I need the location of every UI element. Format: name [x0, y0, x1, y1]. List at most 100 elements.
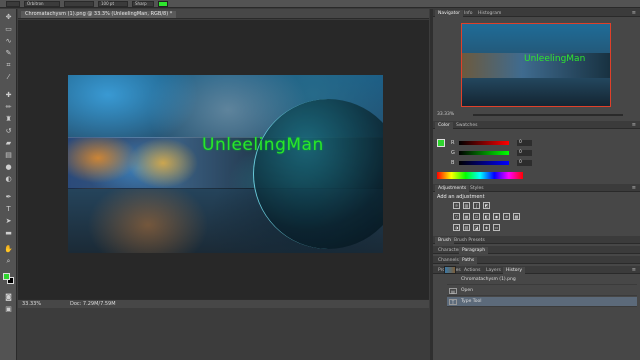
- foreground-color-swatch[interactable]: [3, 273, 10, 280]
- navigator-view-box[interactable]: [461, 23, 611, 107]
- color-balance-icon[interactable]: ⚖: [473, 213, 480, 220]
- history-state-open[interactable]: ▤ Open: [447, 286, 637, 296]
- exposure-icon[interactable]: ◩: [483, 202, 490, 209]
- tab-navigator[interactable]: Navigator: [435, 10, 464, 17]
- tab-swatches[interactable]: Swatches: [453, 122, 481, 129]
- color-lookup-icon[interactable]: ▩: [513, 213, 520, 220]
- green-slider[interactable]: [459, 151, 509, 155]
- brush-icon[interactable]: ✏: [3, 103, 14, 112]
- photo-filter-icon[interactable]: ◉: [493, 213, 500, 220]
- selective-color-icon[interactable]: ◈: [483, 224, 490, 231]
- history-snapshot[interactable]: Chromatachysm (1).png: [447, 275, 637, 285]
- tab-info[interactable]: Info: [461, 10, 476, 17]
- panel-menu-icon[interactable]: ≡: [632, 122, 636, 128]
- zoom-icon[interactable]: ⌕: [3, 257, 14, 266]
- hue-saturation-icon[interactable]: ▦: [463, 213, 470, 220]
- history-label: Type Tool: [461, 299, 482, 304]
- threshold-icon[interactable]: ◪: [473, 224, 480, 231]
- crop-icon[interactable]: ⌗: [3, 61, 14, 70]
- shape-icon[interactable]: ▬: [3, 229, 14, 238]
- clone-stamp-icon[interactable]: ♜: [3, 115, 14, 124]
- tab-actions[interactable]: Actions: [461, 267, 483, 274]
- gradient-icon[interactable]: ▤: [3, 151, 14, 160]
- green-value-field[interactable]: 0: [517, 150, 532, 156]
- text-color-swatch[interactable]: [158, 0, 168, 7]
- canvas-area[interactable]: UnleelingMan: [18, 20, 429, 299]
- panel-menu-icon[interactable]: ≡: [632, 267, 636, 273]
- tab-paragraph[interactable]: Paragraph: [459, 247, 489, 254]
- healing-icon[interactable]: ✚: [3, 91, 14, 100]
- red-value-field[interactable]: 0: [517, 140, 532, 146]
- lasso-icon[interactable]: ∿: [3, 37, 14, 46]
- document-image[interactable]: UnleelingMan: [68, 75, 383, 253]
- tab-styles[interactable]: Styles: [467, 185, 487, 192]
- panel-menu-icon[interactable]: ≡: [632, 10, 636, 16]
- character-tabs: Character Paragraph: [433, 246, 640, 254]
- red-slider[interactable]: [459, 141, 509, 145]
- navigator-tabs: Navigator Info Histogram ≡: [433, 9, 640, 17]
- history-state-type-tool[interactable]: T Type Tool: [447, 297, 637, 307]
- open-document-icon: ▤: [449, 288, 457, 294]
- history-brush-icon[interactable]: ↺: [3, 127, 14, 136]
- channel-label: G: [451, 150, 455, 156]
- options-bar: Orbitron 100 pt Sharp: [0, 0, 640, 8]
- document-tab-bar: Chromatachysm (1).png @ 33.3% (Unleeling…: [18, 9, 429, 19]
- antialias-select[interactable]: Sharp: [132, 0, 154, 7]
- channel-mixer-icon[interactable]: ⊕: [503, 213, 510, 220]
- type-icon[interactable]: T: [3, 205, 14, 214]
- curves-icon[interactable]: ∫: [473, 202, 480, 209]
- channel-label: R: [451, 140, 455, 146]
- font-style-select[interactable]: [64, 0, 94, 7]
- status-bar: 33.33% Doc: 7.29M/7.59M: [18, 299, 429, 308]
- document-tab[interactable]: Chromatachysm (1).png @ 33.3% (Unleeling…: [21, 11, 177, 18]
- path-select-icon[interactable]: ➤: [3, 217, 14, 226]
- move-icon[interactable]: ✥: [3, 13, 14, 22]
- hand-icon[interactable]: ✋: [3, 245, 14, 254]
- tool-preset-picker[interactable]: [6, 0, 20, 7]
- history-label: Chromatachysm (1).png: [461, 277, 516, 282]
- tools-panel: ✥ ▭ ∿ ✎ ⌗ ⁄ ✚ ✏ ♜ ↺ ▰ ▤ ● ◐ ✒ T ➤ ▬ ✋ ⌕ …: [0, 9, 17, 360]
- document-size[interactable]: Doc: 7.29M/7.59M: [70, 301, 116, 307]
- marquee-icon[interactable]: ▭: [3, 25, 14, 34]
- tab-histogram[interactable]: Histogram: [475, 10, 504, 17]
- brightness-icon[interactable]: ☼: [453, 202, 460, 209]
- tab-layers[interactable]: Layers: [483, 267, 504, 274]
- history-tabs: Properties Actions Layers History ≡: [433, 266, 640, 274]
- panel-menu-icon[interactable]: ≡: [632, 185, 636, 191]
- screen-mode-icon[interactable]: ▣: [3, 305, 14, 314]
- channel-name-text-layer[interactable]: UnleelingMan: [202, 135, 324, 155]
- dodge-icon[interactable]: ◐: [3, 175, 14, 184]
- tab-brush-presets[interactable]: Brush Presets: [451, 237, 488, 244]
- font-family-select[interactable]: Orbitron: [24, 0, 60, 7]
- eyedropper-icon[interactable]: ⁄: [3, 73, 14, 82]
- color-row-g: G 0: [451, 150, 636, 156]
- tab-history[interactable]: History: [503, 267, 526, 274]
- zoom-field[interactable]: 33.33%: [18, 301, 41, 307]
- invert-icon[interactable]: ◑: [453, 224, 460, 231]
- navigator-zoom-slider[interactable]: [473, 114, 623, 116]
- black-white-icon[interactable]: ◧: [483, 213, 490, 220]
- color-spectrum-ramp[interactable]: [437, 172, 523, 179]
- tab-adjustments[interactable]: Adjustments: [435, 185, 470, 192]
- gradient-map-icon[interactable]: ▭: [493, 224, 500, 231]
- blue-value-field[interactable]: 0: [517, 160, 532, 166]
- tab-color[interactable]: Color: [435, 122, 453, 129]
- color-tabs: Color Swatches ≡: [433, 121, 640, 129]
- blue-slider[interactable]: [459, 161, 509, 165]
- levels-icon[interactable]: ▥: [463, 202, 470, 209]
- history-label: Open: [461, 288, 474, 293]
- brush-tabs: Brush Brush Presets: [433, 236, 640, 244]
- pen-icon[interactable]: ✒: [3, 193, 14, 202]
- blur-icon[interactable]: ●: [3, 163, 14, 172]
- tab-channels[interactable]: Channels: [435, 257, 462, 264]
- navigator-zoom[interactable]: 33.33%: [437, 112, 454, 117]
- font-size-select[interactable]: 100 pt: [98, 0, 128, 7]
- quick-mask-icon[interactable]: ◙: [3, 293, 14, 302]
- eraser-icon[interactable]: ▰: [3, 139, 14, 148]
- color-row-r: R 0: [451, 140, 636, 146]
- tab-paths[interactable]: Paths: [459, 257, 478, 264]
- posterize-icon[interactable]: ▧: [463, 224, 470, 231]
- quick-select-icon[interactable]: ✎: [3, 49, 14, 58]
- vibrance-icon[interactable]: ▽: [453, 213, 460, 220]
- color-panel-swatch[interactable]: [437, 139, 445, 147]
